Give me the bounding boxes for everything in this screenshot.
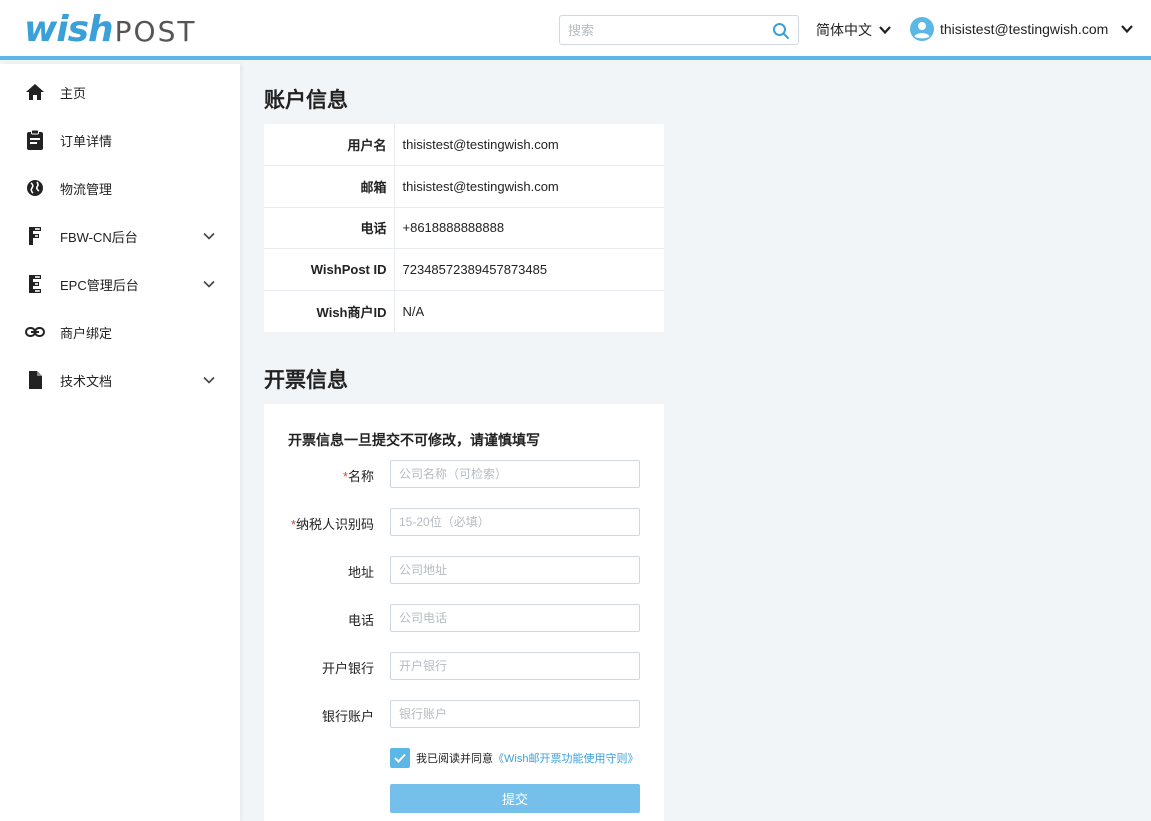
- invoice-warning-note: 开票信息一旦提交不可修改，请谨慎填写: [288, 432, 540, 448]
- account-key: WishPost ID: [264, 248, 395, 291]
- account-value: N/A: [402, 303, 425, 319]
- fbw-icon: [29, 227, 41, 245]
- form-row-bank-account: 银行账户: [264, 700, 664, 728]
- sidebar-item-tech-docs[interactable]: 技术文档: [0, 356, 240, 404]
- submit-button[interactable]: 提交: [390, 784, 640, 813]
- tax-id-input[interactable]: [390, 508, 640, 536]
- sidebar-item-label: EPC管理后台: [60, 277, 139, 293]
- form-row-tax-id: *纳税人识别码: [264, 508, 664, 536]
- sidebar-item-home[interactable]: 主页: [0, 68, 240, 116]
- agreement-checkbox[interactable]: [390, 748, 410, 768]
- field-label: 电话: [347, 613, 374, 628]
- user-menu[interactable]: thisistest@testingwish.com: [910, 17, 1134, 41]
- sidebar-item-merchant-binding[interactable]: 商户绑定: [0, 308, 240, 356]
- account-key: 用户名: [264, 124, 395, 167]
- user-avatar-icon: [910, 17, 934, 41]
- checkmark-icon: [394, 753, 406, 763]
- invoice-info-title: 开票信息: [264, 369, 348, 392]
- agreement-row: 我已阅读并同意 《Wish邮开票功能使用守则》: [390, 748, 638, 768]
- sidebar-item-label: 物流管理: [60, 181, 113, 197]
- form-row-phone: 电话: [264, 604, 664, 632]
- globe-icon: [27, 180, 43, 196]
- sidebar-item-label: 主页: [60, 85, 87, 101]
- user-email: thisistest@testingwish.com: [940, 21, 1109, 37]
- invoice-form: 开票信息一旦提交不可修改，请谨慎填写 *名称 *纳税人识别码 地址 电话 开户银…: [264, 404, 664, 821]
- search-icon[interactable]: [772, 22, 790, 40]
- field-label: 开户银行: [321, 661, 374, 676]
- agreement-rules-link[interactable]: 《Wish邮开票功能使用守则》: [493, 750, 638, 766]
- company-name-input[interactable]: [390, 460, 640, 488]
- sidebar-item-epc[interactable]: EPC管理后台: [0, 260, 240, 308]
- sidebar-item-orders[interactable]: 订单详情: [0, 116, 240, 164]
- home-icon: [26, 84, 44, 100]
- account-value: thisistest@testingwish.com: [394, 124, 664, 167]
- account-value: 72348572389457873485: [394, 248, 664, 291]
- chevron-down-icon: [203, 280, 215, 288]
- form-row-bank: 开户银行: [264, 652, 664, 680]
- language-selector[interactable]: 简体中文: [816, 20, 892, 40]
- chevron-down-icon: [203, 232, 215, 240]
- account-info-title: 账户信息: [264, 89, 348, 112]
- link-icon: [25, 327, 45, 337]
- agreement-text: 我已阅读并同意: [416, 753, 493, 765]
- account-key: 邮箱: [264, 165, 395, 208]
- table-row: Wish商户ID N/A: [264, 290, 664, 332]
- chevron-down-icon: [203, 376, 215, 384]
- account-key: Wish商户ID: [264, 290, 395, 332]
- form-row-name: *名称: [264, 460, 664, 488]
- field-label: 银行账户: [321, 709, 374, 724]
- form-row-address: 地址: [264, 556, 664, 584]
- address-input[interactable]: [390, 556, 640, 584]
- epc-icon: [29, 275, 41, 293]
- account-value: thisistest@testingwish.com: [394, 165, 664, 208]
- sidebar-item-fbw-cn[interactable]: FBW-CN后台: [0, 212, 240, 260]
- table-row: 用户名 thisistest@testingwish.com: [264, 124, 664, 167]
- table-row: 邮箱 thisistest@testingwish.com: [264, 165, 664, 208]
- sidebar-item-label: 商户绑定: [60, 325, 113, 341]
- field-label: *名称: [342, 469, 374, 484]
- sidebar: 主页 订单详情 物流管理 FBW-CN后台 EPC管理后台 商户绑定 技术文档: [0, 64, 240, 821]
- account-info-table: 用户名 thisistest@testingwish.com 邮箱 thisis…: [264, 124, 664, 332]
- document-icon: [29, 371, 42, 389]
- account-value: +8618888888888: [394, 207, 664, 250]
- chevron-down-icon: [879, 26, 891, 35]
- search-box: [559, 15, 799, 45]
- sidebar-item-logistics[interactable]: 物流管理: [0, 164, 240, 212]
- sidebar-item-label: 订单详情: [60, 133, 113, 149]
- logo-wish-text: wish: [24, 9, 114, 50]
- table-row: 电话 +8618888888888: [264, 207, 664, 250]
- field-label: 地址: [347, 565, 374, 580]
- chevron-down-icon: [1121, 25, 1134, 34]
- language-label: 简体中文: [816, 22, 872, 38]
- wishpost-logo[interactable]: wish POST: [24, 10, 196, 50]
- account-key: 电话: [264, 207, 395, 250]
- phone-input[interactable]: [390, 604, 640, 632]
- sidebar-item-label: FBW-CN后台: [60, 229, 138, 245]
- bank-account-input[interactable]: [390, 700, 640, 728]
- table-row: WishPost ID 72348572389457873485: [264, 248, 664, 291]
- clipboard-icon: [27, 129, 43, 150]
- sidebar-item-label: 技术文档: [60, 373, 113, 389]
- top-header: wish POST 简体中文 thisistest@testingwish.co…: [0, 0, 1151, 60]
- search-input[interactable]: [560, 16, 760, 44]
- logo-post-text: POST: [114, 15, 197, 48]
- field-label: *纳税人识别码: [290, 517, 374, 532]
- bank-input[interactable]: [390, 652, 640, 680]
